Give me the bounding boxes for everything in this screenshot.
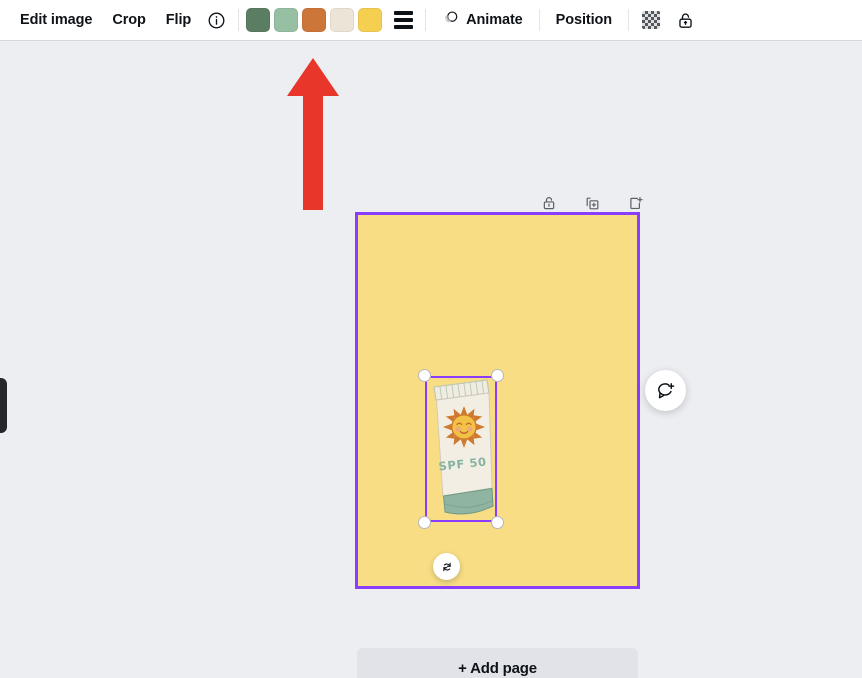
crop-button[interactable]: Crop bbox=[102, 5, 155, 35]
swatch-terracotta[interactable] bbox=[302, 8, 327, 32]
swatch-yellow[interactable] bbox=[358, 8, 383, 32]
selection-outline bbox=[425, 376, 497, 522]
page-lock-open-icon[interactable] bbox=[536, 190, 562, 216]
annotation-arrow-up-icon bbox=[285, 56, 341, 212]
swatch-cream[interactable] bbox=[330, 8, 355, 32]
toolbar-divider-2 bbox=[425, 9, 427, 31]
editor-workspace: SPF 50 + Add page bbox=[0, 40, 862, 678]
page-wrapper: SPF 50 bbox=[355, 212, 686, 589]
resize-handle-top-right[interactable] bbox=[491, 369, 504, 382]
adjust-bars-icon[interactable] bbox=[388, 5, 418, 35]
collapsed-panel-handle[interactable] bbox=[0, 378, 7, 433]
color-swatch-group bbox=[246, 8, 383, 32]
adjust-bars-glyph bbox=[393, 11, 413, 29]
resize-handle-top-left[interactable] bbox=[418, 369, 431, 382]
position-label: Position bbox=[555, 12, 613, 28]
top-toolbar: Edit image Crop Flip Animate Position bbox=[0, 0, 862, 40]
resize-handle-bottom-left[interactable] bbox=[418, 516, 431, 529]
animate-icon bbox=[442, 9, 460, 32]
add-page-icon[interactable] bbox=[622, 190, 648, 216]
resize-handle-bottom-right[interactable] bbox=[491, 516, 504, 529]
transparency-checker-icon[interactable] bbox=[636, 5, 666, 35]
transparency-checker-glyph bbox=[642, 11, 661, 29]
animate-label: Animate bbox=[466, 12, 523, 28]
design-page-canvas[interactable]: SPF 50 bbox=[355, 212, 686, 589]
swatch-sage-green[interactable] bbox=[274, 8, 299, 32]
toolbar-divider-3 bbox=[538, 9, 540, 31]
toolbar-divider-1 bbox=[238, 9, 240, 31]
flip-button[interactable]: Flip bbox=[156, 5, 201, 35]
rotate-handle[interactable] bbox=[433, 553, 460, 580]
element-selection-box[interactable] bbox=[418, 369, 504, 529]
swatch-dark-green[interactable] bbox=[246, 8, 271, 32]
duplicate-page-icon[interactable] bbox=[579, 190, 605, 216]
page-actions-toolbar bbox=[536, 190, 648, 216]
toolbar-divider-4 bbox=[628, 9, 630, 31]
add-page-button[interactable]: + Add page bbox=[357, 648, 638, 678]
lock-open-icon[interactable] bbox=[670, 5, 700, 35]
edit-image-button[interactable]: Edit image bbox=[10, 5, 102, 35]
info-circle-icon[interactable] bbox=[201, 5, 231, 35]
animate-button[interactable]: Animate bbox=[433, 3, 532, 38]
add-comment-button[interactable] bbox=[645, 370, 686, 411]
position-button[interactable]: Position bbox=[547, 6, 621, 34]
